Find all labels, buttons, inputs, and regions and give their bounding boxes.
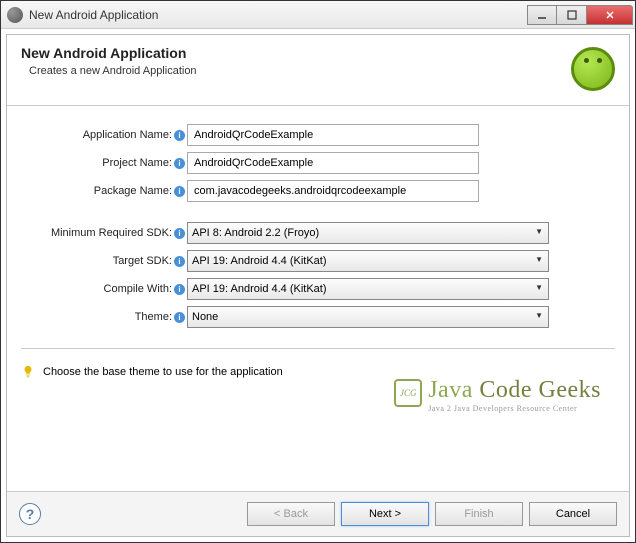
watermark-word2: Code Geeks (479, 377, 601, 403)
next-button[interactable]: Next > (341, 502, 429, 526)
compile-with-select[interactable]: API 19: Android 4.4 (KitKat) (187, 278, 549, 300)
row-package-name: Package Name:i (21, 180, 615, 202)
project-name-input[interactable] (187, 152, 479, 174)
min-sdk-select-wrap: API 8: Android 2.2 (Froyo) (187, 222, 549, 244)
label-package-name: Package Name:i (21, 185, 187, 197)
content-area: New Android Application Creates a new An… (1, 29, 635, 542)
info-icon[interactable]: i (174, 312, 185, 323)
label-text: Application Name: (83, 129, 172, 141)
minimize-icon (537, 10, 547, 20)
finish-button[interactable]: Finish (435, 502, 523, 526)
label-compile-with: Compile With:i (21, 283, 187, 295)
compile-with-select-wrap: API 19: Android 4.4 (KitKat) (187, 278, 549, 300)
button-bar: ? < Back Next > Finish Cancel (7, 491, 629, 536)
min-sdk-select[interactable]: API 8: Android 2.2 (Froyo) (187, 222, 549, 244)
watermark-title: Java Code Geeks (428, 377, 601, 404)
android-icon (571, 47, 615, 91)
form: Application Name:i Project Name:i Packag… (7, 106, 629, 342)
theme-select-wrap: None (187, 306, 549, 328)
label-text: Project Name: (102, 157, 172, 169)
help-button[interactable]: ? (19, 503, 41, 525)
label-text: Theme: (135, 311, 172, 323)
row-compile-with: Compile With:i API 19: Android 4.4 (KitK… (21, 278, 615, 300)
app-icon (7, 7, 23, 23)
dialog-header: New Android Application Creates a new An… (7, 35, 629, 106)
label-text: Compile With: (104, 283, 172, 295)
page-description: Creates a new Android Application (21, 65, 571, 77)
header-text: New Android Application Creates a new An… (21, 45, 571, 77)
row-theme: Theme:i None (21, 306, 615, 328)
label-text: Minimum Required SDK: (51, 227, 172, 239)
application-name-input[interactable] (187, 124, 479, 146)
cancel-button[interactable]: Cancel (529, 502, 617, 526)
dialog-window: New Android Application New Android Appl… (0, 0, 636, 543)
lightbulb-icon (21, 365, 35, 379)
row-application-name: Application Name:i (21, 124, 615, 146)
info-icon[interactable]: i (174, 158, 185, 169)
label-application-name: Application Name:i (21, 129, 187, 141)
window-title: New Android Application (29, 8, 527, 22)
hint-text: Choose the base theme to use for the app… (43, 366, 283, 378)
target-sdk-select-wrap: API 19: Android 4.4 (KitKat) (187, 250, 549, 272)
watermark-word1: Java (428, 377, 479, 403)
info-icon[interactable]: i (174, 256, 185, 267)
row-min-sdk: Minimum Required SDK:i API 8: Android 2.… (21, 222, 615, 244)
row-target-sdk: Target SDK:i API 19: Android 4.4 (KitKat… (21, 250, 615, 272)
divider (21, 348, 615, 349)
maximize-button[interactable] (557, 5, 587, 25)
label-text: Package Name: (94, 185, 172, 197)
label-target-sdk: Target SDK:i (21, 255, 187, 267)
label-text: Target SDK: (113, 255, 172, 267)
info-icon[interactable]: i (174, 130, 185, 141)
info-icon[interactable]: i (174, 228, 185, 239)
close-icon (605, 10, 615, 20)
label-project-name: Project Name:i (21, 157, 187, 169)
row-project-name: Project Name:i (21, 152, 615, 174)
label-theme: Theme:i (21, 311, 187, 323)
close-button[interactable] (587, 5, 633, 25)
back-button[interactable]: < Back (247, 502, 335, 526)
inner-panel: New Android Application Creates a new An… (6, 34, 630, 537)
minimize-button[interactable] (527, 5, 557, 25)
form-area: Application Name:i Project Name:i Packag… (7, 106, 629, 491)
target-sdk-select[interactable]: API 19: Android 4.4 (KitKat) (187, 250, 549, 272)
window-controls (527, 5, 633, 25)
titlebar[interactable]: New Android Application (1, 1, 635, 29)
label-min-sdk: Minimum Required SDK:i (21, 227, 187, 239)
maximize-icon (567, 10, 577, 20)
package-name-input[interactable] (187, 180, 479, 202)
watermark: JCG Java Code Geeks Java 2 Java Develope… (428, 377, 601, 413)
watermark-badge: JCG (394, 379, 422, 407)
watermark-subtitle: Java 2 Java Developers Resource Center (428, 404, 601, 413)
info-icon[interactable]: i (174, 284, 185, 295)
info-icon[interactable]: i (174, 186, 185, 197)
theme-select[interactable]: None (187, 306, 549, 328)
page-title: New Android Application (21, 45, 571, 61)
